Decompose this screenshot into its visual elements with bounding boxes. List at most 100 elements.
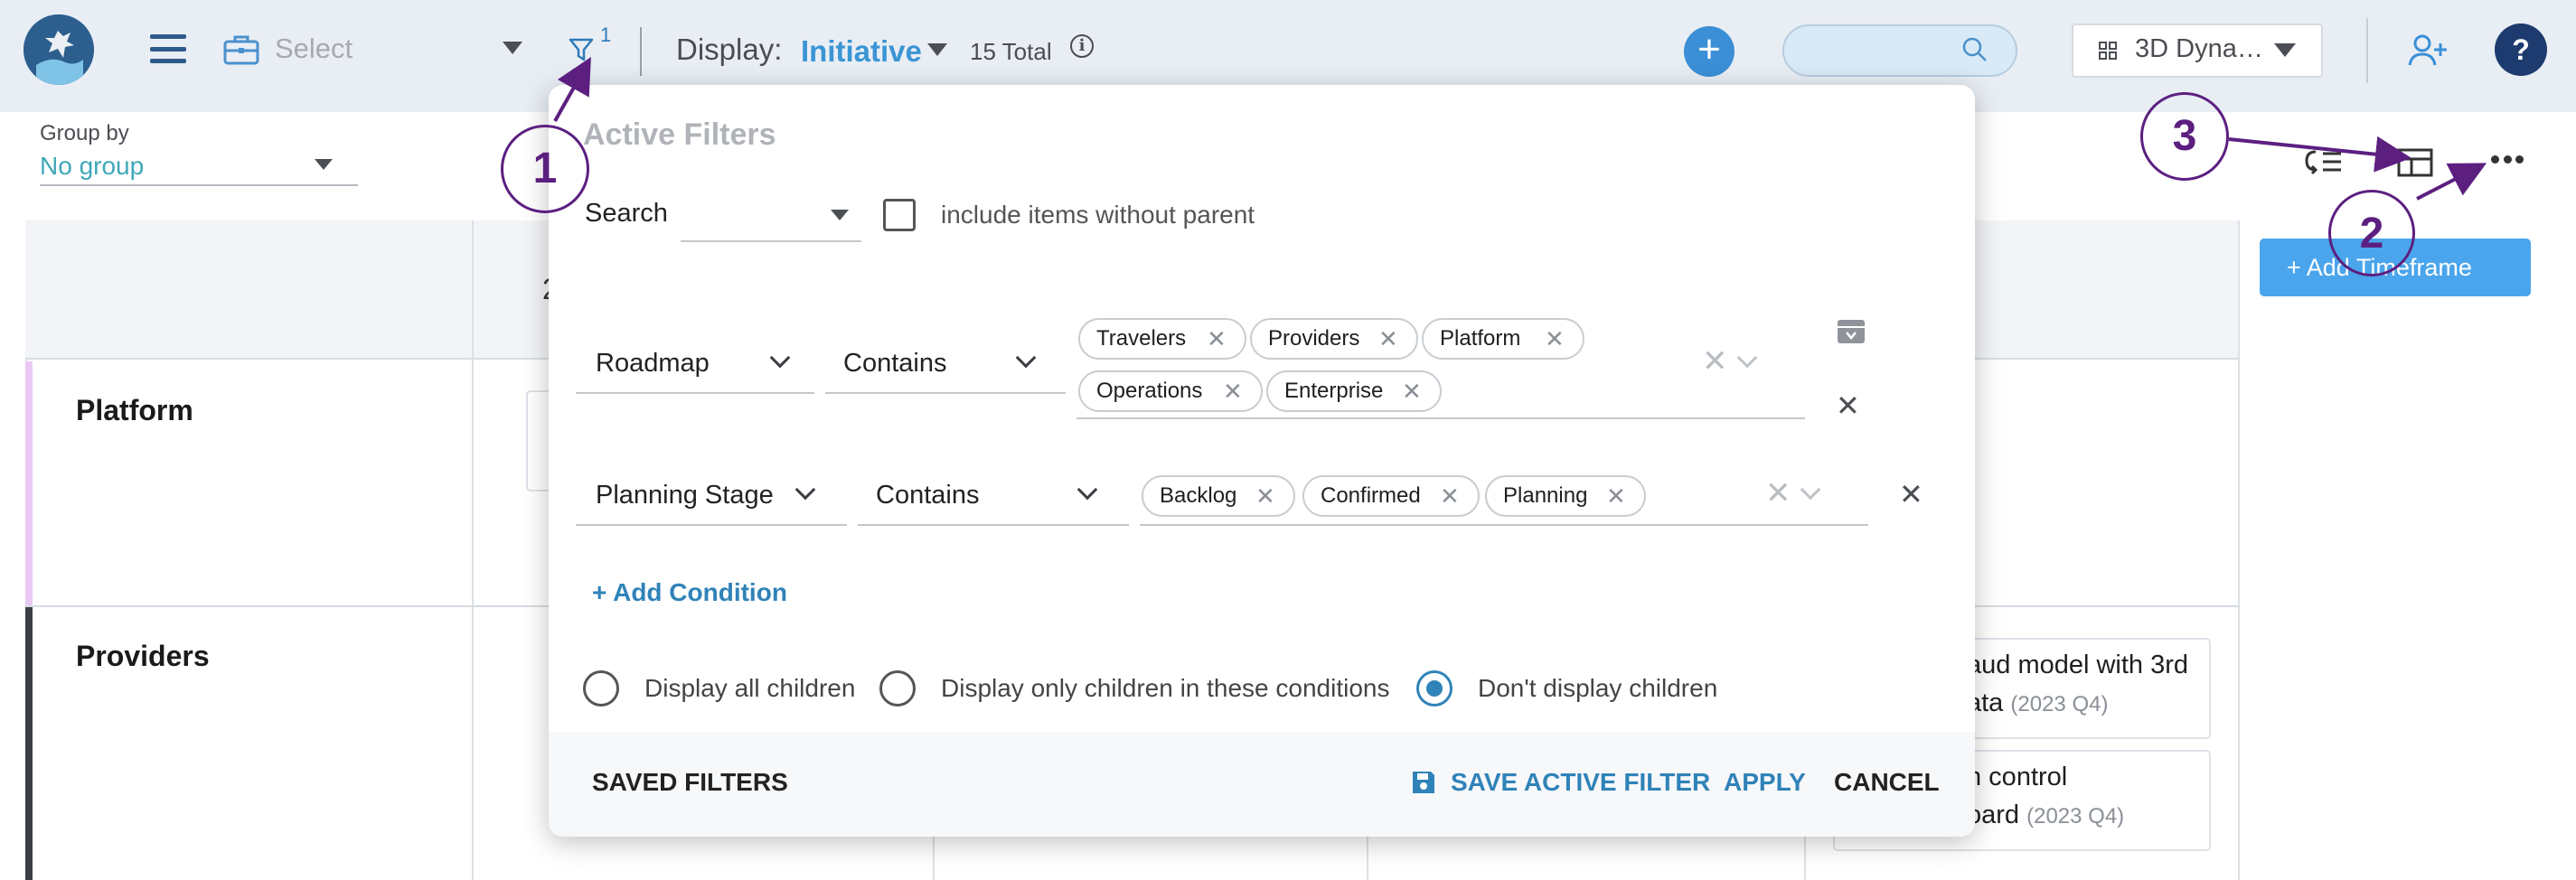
dialog-title: Active Filters [583,117,776,152]
value-chip[interactable]: Platform ✕ [1422,318,1584,360]
radio-dont-display-children[interactable] [1416,670,1453,707]
value-chip[interactable]: Enterprise ✕ [1266,370,1442,412]
chip-remove-icon[interactable]: ✕ [1223,372,1243,410]
active-filters-dialog: Active Filters Search include items with… [549,85,1975,837]
add-item-button[interactable]: + [1684,26,1735,77]
chevron-down-icon[interactable] [769,347,791,369]
app-logo-icon[interactable] [24,14,94,85]
value-chip[interactable]: Travelers ✕ [1078,318,1246,360]
value-chip[interactable]: Planning ✕ [1485,475,1646,517]
chevron-down-icon[interactable] [1015,347,1037,369]
saved-filters-button[interactable]: SAVED FILTERS [592,768,788,797]
chevron-down-icon[interactable] [1076,479,1098,501]
search-icon[interactable] [1961,36,1988,63]
card-date: (2023 Q4) [2010,692,2109,716]
value-chip[interactable]: Backlog ✕ [1142,475,1295,517]
chevron-down-icon[interactable] [1736,347,1758,369]
lane-label-providers: Providers [76,640,210,672]
chip-label: Platform [1440,326,1521,351]
group-by-caret-icon[interactable] [315,159,333,170]
archive-icon[interactable] [1836,318,1866,345]
info-icon[interactable]: i [1070,34,1094,58]
display-selector[interactable]: Initiative [801,34,922,69]
operator-underline [825,392,1066,394]
lane-color-bar [25,361,33,605]
divider [640,27,642,76]
total-count: 15 Total [970,38,1052,65]
card-title: n control [1967,763,2068,791]
card-title-line2: oard (2023 Q4) [1967,800,2124,830]
divider [2366,18,2368,83]
chip-remove-icon[interactable]: ✕ [1545,320,1565,358]
display-caret-icon[interactable] [927,43,947,56]
condition-operator-select[interactable]: Contains [876,481,979,510]
clear-values-icon[interactable]: ✕ [1702,343,1728,379]
annotation-marker: 2 [2328,190,2415,276]
chip-remove-icon[interactable]: ✕ [1378,320,1398,358]
condition-field-select[interactable]: Roadmap [596,349,710,379]
values-underline [1076,417,1805,419]
values-underline [1140,524,1868,526]
group-by-select[interactable]: No group [40,152,144,181]
clear-values-icon[interactable]: ✕ [1765,475,1791,511]
include-without-parent-checkbox[interactable] [883,199,916,231]
collapse-list-icon[interactable] [2303,148,2343,177]
search-caret-icon[interactable] [831,210,849,220]
operator-underline [858,524,1129,526]
chip-remove-icon[interactable]: ✕ [1440,477,1460,515]
card-title: aud model with 3rd [1967,651,2189,679]
chip-label: Backlog [1160,483,1237,508]
chevron-down-icon[interactable] [794,479,816,501]
card-title-line2: ata (2023 Q4) [1967,688,2108,718]
add-condition-button[interactable]: + Add Condition [592,578,787,607]
value-chip[interactable]: Confirmed ✕ [1302,475,1480,517]
save-active-filter-button[interactable]: SAVE ACTIVE FILTER [1451,768,1710,797]
chip-label: Confirmed [1321,483,1421,508]
chip-remove-icon[interactable]: ✕ [1255,477,1275,515]
view-selector-label[interactable]: 3D Dyna… [2135,34,2263,64]
apply-button[interactable]: APPLY [1724,768,1806,797]
condition-field-select[interactable]: Planning Stage [596,481,774,510]
column-divider [2238,220,2240,880]
remove-condition-icon[interactable]: ✕ [1836,389,1860,423]
field-underline [576,524,847,526]
view-caret-icon[interactable] [2274,43,2296,57]
remove-condition-icon[interactable]: ✕ [1899,477,1923,511]
condition-operator-select[interactable]: Contains [843,349,946,379]
filter-funnel-icon[interactable] [568,36,595,63]
chip-remove-icon[interactable]: ✕ [1606,477,1626,515]
radio-label: Don't display children [1478,674,1718,702]
save-floppy-icon[interactable] [1411,770,1436,795]
annotation-marker: 1 [501,125,589,213]
filter-count-badge: 1 [600,23,612,46]
radio-label: Display all children [644,674,856,702]
include-without-parent-label: include items without parent [941,201,1255,229]
more-dots-icon[interactable] [2491,155,2524,168]
chip-remove-icon[interactable]: ✕ [1207,320,1227,358]
chevron-down-icon[interactable] [1800,479,1821,501]
briefcase-icon [223,35,259,65]
search-field[interactable] [681,240,861,242]
group-by-underline [40,184,358,186]
layout-icon[interactable] [2397,148,2433,177]
radio-display-all-children[interactable] [583,670,619,707]
hamburger-menu-icon[interactable] [150,34,186,63]
chip-remove-icon[interactable]: ✕ [1402,372,1422,410]
chip-label: Operations [1096,379,1203,403]
chip-label: Enterprise [1284,379,1384,403]
select-caret-icon[interactable] [503,42,522,54]
help-icon[interactable]: ? [2495,23,2547,76]
column-divider [472,220,474,880]
chip-label: Providers [1268,326,1360,351]
radio-display-only-children[interactable] [879,670,916,707]
cancel-button[interactable]: CANCEL [1834,768,1940,797]
lane-label-platform: Platform [76,394,193,426]
add-user-icon[interactable] [2408,33,2448,69]
annotation-marker: 3 [2140,92,2229,181]
select-dropdown[interactable]: Select [275,33,353,65]
search-label: Search [585,199,668,228]
value-chip[interactable]: Operations ✕ [1078,370,1263,412]
display-label: Display: [676,33,783,66]
value-chip[interactable]: Providers ✕ [1250,318,1418,360]
chip-label: Planning [1503,483,1588,508]
